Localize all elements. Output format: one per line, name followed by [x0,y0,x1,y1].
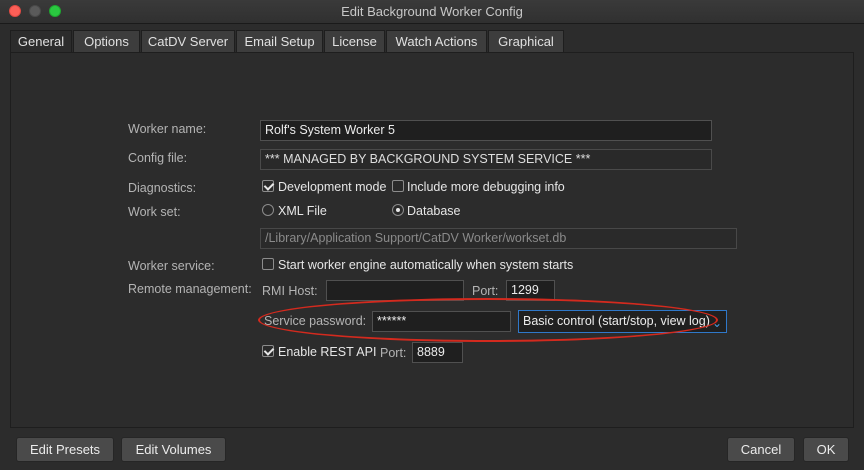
control-level-select[interactable]: Basic control (start/stop, view log) ⌄ [518,310,727,333]
tab-license[interactable]: License [324,30,385,52]
dialog-window: Edit Background Worker Config General Op… [0,0,864,470]
database-label: Database [407,204,461,218]
diagnostics-label: Diagnostics: [128,181,197,195]
database-radio[interactable] [392,204,404,216]
xml-file-label: XML File [278,204,327,218]
workset-path-field: /Library/Application Support/CatDV Worke… [260,228,737,249]
debugging-info-label: Include more debugging info [407,180,565,194]
worker-name-input[interactable]: Rolf's System Worker 5 [260,120,712,141]
control-level-value: Basic control (start/stop, view log) [523,314,710,328]
config-file-label: Config file: [128,151,188,165]
service-password-input[interactable]: ****** [372,311,511,332]
auto-start-label: Start worker engine automatically when s… [278,258,574,272]
tab-catdv-server[interactable]: CatDV Server [141,30,235,52]
rmi-port-input[interactable]: 1299 [506,280,555,301]
rmi-host-label: RMI Host: [262,284,318,298]
title-bar: Edit Background Worker Config [0,0,864,24]
window-title: Edit Background Worker Config [341,4,523,19]
development-mode-checkbox[interactable] [262,180,274,192]
rest-port-input[interactable]: 8889 [412,342,463,363]
tab-graphical[interactable]: Graphical [488,30,564,52]
tab-general[interactable]: General [10,30,72,53]
debugging-info-checkbox[interactable] [392,180,404,192]
edit-volumes-button[interactable]: Edit Volumes [121,437,226,462]
tab-email-setup[interactable]: Email Setup [236,30,323,52]
worker-name-label: Worker name: [128,122,207,136]
service-password-label: Service password: [264,314,367,328]
worker-service-label: Worker service: [128,259,215,273]
work-set-label: Work set: [128,205,181,219]
config-file-field: *** MANAGED BY BACKGROUND SYSTEM SERVICE… [260,149,712,170]
development-mode-label: Development mode [278,180,387,194]
cancel-button[interactable]: Cancel [727,437,795,462]
tab-watch-actions[interactable]: Watch Actions [386,30,487,52]
rmi-host-input[interactable] [326,280,464,301]
ok-button[interactable]: OK [803,437,849,462]
edit-presets-button[interactable]: Edit Presets [16,437,114,462]
xml-file-radio[interactable] [262,204,274,216]
rmi-port-label: Port: [472,284,499,298]
enable-rest-api-label: Enable REST API [278,345,377,359]
enable-rest-api-checkbox[interactable] [262,345,274,357]
remote-management-label: Remote management: [128,282,252,296]
auto-start-checkbox[interactable] [262,258,274,270]
rest-port-label: Port: [380,346,407,360]
tab-options[interactable]: Options [73,30,140,52]
chevron-down-icon: ⌄ [711,316,722,330]
